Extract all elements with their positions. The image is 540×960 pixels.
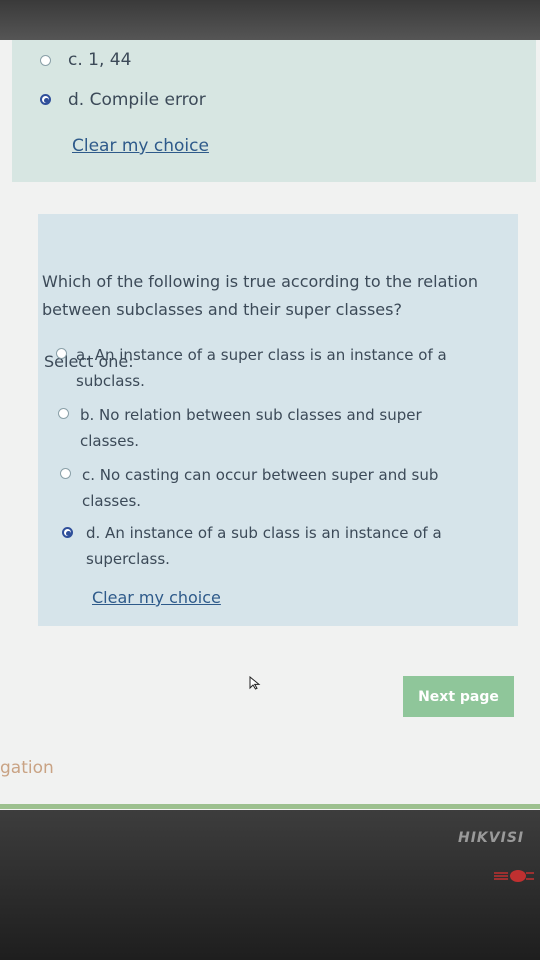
option-a-line1: a. An instance of a super class is an in… [76,346,447,364]
option-b-line1: b. No relation between sub classes and s… [80,406,422,424]
option-a-line2: subclass. [76,372,145,390]
option-b-line2: classes. [80,432,140,450]
option-d-radio[interactable] [40,94,51,105]
option-c-label: c. 1, 44 [68,50,132,70]
option-c2-radio[interactable] [60,468,71,479]
monitor-brand: HIKVISI [458,830,525,846]
option-c-radio[interactable] [40,55,51,66]
quiz-screen: c. 1, 44 d. Compile error Clear my choic… [0,40,540,810]
option-d2-line1: d. An instance of a sub class is an inst… [86,524,442,542]
option-b-radio[interactable] [58,408,69,419]
navigation-label-fragment: gation [0,758,54,778]
previous-question-card: c. 1, 44 d. Compile error Clear my choic… [12,40,536,182]
option-d2-radio[interactable] [62,527,73,538]
question-text: Which of the following is true according… [42,272,479,319]
clear-choice-link[interactable]: Clear my choice [92,588,221,607]
option-d-label: d. Compile error [68,90,206,110]
option-c2-line2: classes. [82,492,142,510]
next-page-button[interactable]: Next page [403,676,514,717]
option-d2-line2: superclass. [86,550,170,568]
clear-choice-link-prev[interactable]: Clear my choice [72,136,209,156]
option-c2-line1: c. No casting can occur between super an… [82,466,439,484]
option-a-radio[interactable] [56,348,67,359]
footer-divider [0,804,540,809]
brand-logo-icon [494,870,534,882]
mouse-pointer-icon [249,676,261,690]
monitor-top-bezel [0,0,540,40]
